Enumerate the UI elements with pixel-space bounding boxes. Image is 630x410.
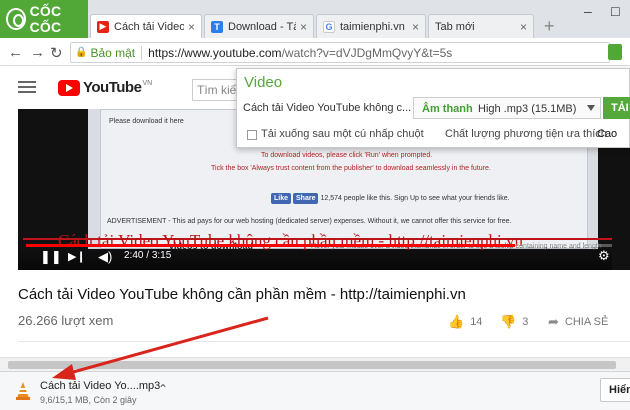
- quality-value: High .mp3 (15.1MB): [478, 103, 577, 115]
- frame-text: Tick the box 'Always trust content from …: [211, 165, 491, 172]
- close-icon[interactable]: ×: [188, 20, 195, 34]
- youtube-favicon-icon: ▶: [97, 20, 109, 33]
- quality-preference-label: Chất lượng phương tiện ưa thích: [445, 128, 607, 140]
- menu-icon[interactable]: [18, 81, 36, 93]
- youtube-logo[interactable]: YouTube VN: [58, 79, 152, 96]
- brand-label: CỐC CỐC: [29, 3, 62, 35]
- url-path: /watch?v=dVJDgMmQvyY&t=5s: [281, 45, 453, 60]
- minimize-icon[interactable]: –: [584, 3, 592, 19]
- thumbs-down-icon: 👎: [500, 314, 517, 329]
- quality-preference-value[interactable]: Cao: [597, 128, 617, 140]
- progress-bar[interactable]: [26, 244, 622, 247]
- forward-icon[interactable]: →: [30, 44, 45, 61]
- t-favicon-icon: T: [211, 20, 223, 33]
- scrollbar-thumb[interactable]: [8, 361, 616, 369]
- like-button[interactable]: 👍 14: [448, 314, 482, 330]
- popup-download-row: Cách tải Video YouTube không c... Âm tha…: [237, 96, 630, 121]
- dislike-button[interactable]: 👎 3: [500, 314, 528, 330]
- fb-share-button: Share: [293, 193, 319, 204]
- frame-text: Please download it here: [109, 118, 184, 125]
- close-icon[interactable]: ×: [520, 20, 527, 34]
- popup-video-title: Cách tải Video YouTube không c...: [243, 102, 412, 114]
- tab-label: Tab mới: [435, 20, 475, 33]
- tab-label: Download - Tải P: [228, 20, 296, 33]
- maximize-icon[interactable]: ☐: [610, 5, 621, 19]
- share-icon: ➦: [548, 314, 559, 329]
- close-icon[interactable]: ×: [300, 20, 307, 34]
- coccoc-logo-icon: [6, 8, 26, 30]
- browser-brand[interactable]: CỐC CỐC: [0, 0, 88, 38]
- frame-text: To download videos, please click 'Run' w…: [261, 152, 433, 159]
- lock-icon: 🔒: [75, 47, 88, 58]
- toolbar: ← → ↻ 🔒 Bảo mật https://www.youtube.com/…: [0, 38, 630, 66]
- tab-strip: CỐC CỐC ▶ Cách tải Video Yo × T Download…: [0, 0, 630, 38]
- video-title: Cách tải Video YouTube không cần phần mề…: [18, 286, 466, 303]
- progress-fill: [26, 244, 515, 247]
- like-count: 14: [470, 316, 483, 328]
- chevron-up-icon[interactable]: ⌃: [158, 382, 168, 396]
- fb-like-button: Like: [271, 193, 292, 204]
- popup-title: Video: [244, 74, 283, 91]
- region-label: VN: [142, 80, 153, 87]
- auto-download-label: Tải xuống sau một cú nhấp chuột: [261, 128, 424, 140]
- tab-youtube[interactable]: ▶ Cách tải Video Yo ×: [90, 14, 202, 38]
- horizontal-scrollbar[interactable]: [0, 357, 630, 371]
- time-display: 2:40 / 3:15: [124, 250, 172, 261]
- tab-new[interactable]: Tab mới ×: [428, 14, 534, 38]
- share-label: CHIA SẺ: [564, 316, 609, 328]
- time-total: 3:15: [151, 250, 172, 261]
- tab-label: taimienphi.vn - T: [340, 20, 408, 33]
- google-favicon-icon: G: [323, 20, 335, 33]
- thumbs-up-icon: 👍: [448, 314, 465, 329]
- time-current: 2:40: [124, 250, 144, 261]
- share-button[interactable]: ➦ CHIA SẺ: [548, 314, 608, 330]
- frame-text: ADVERTISEMENT - This ad pays for our web…: [107, 218, 512, 225]
- video-download-popup: Video Cách tải Video YouTube không c... …: [236, 68, 630, 148]
- chevron-down-icon: [587, 105, 595, 111]
- view-count: 26.266 lượt xem: [18, 313, 114, 328]
- youtube-play-icon: [58, 79, 80, 96]
- download-status: 9,6/15,1 MB, Còn 2 giây: [40, 395, 137, 405]
- download-shelf: Cách tải Video Yo....mp3 9,6/15,1 MB, Cò…: [0, 371, 630, 410]
- back-icon[interactable]: ←: [8, 44, 23, 61]
- facebook-like-box: Like Share 12,574 people like this. Sign…: [271, 193, 510, 204]
- youtube-wordmark: YouTube: [83, 79, 142, 96]
- divider: [18, 341, 630, 342]
- settings-gear-icon[interactable]: ⚙: [598, 248, 610, 264]
- volume-icon[interactable]: ◀): [98, 249, 112, 265]
- video-edge: [612, 150, 630, 270]
- next-icon[interactable]: ▶❙: [68, 250, 86, 263]
- new-tab-icon[interactable]: +: [544, 16, 555, 37]
- fb-count: 12,574 people like this. Sign Up to see …: [320, 195, 510, 202]
- auto-download-checkbox[interactable]: [247, 130, 257, 140]
- url-host: https://www.youtube.com: [148, 45, 282, 60]
- quality-select[interactable]: Âm thanh High .mp3 (15.1MB): [413, 97, 601, 119]
- download-button[interactable]: TẢI: [603, 97, 630, 119]
- address-bar[interactable]: 🔒 Bảo mật https://www.youtube.com/watch?…: [70, 42, 610, 63]
- download-file-name[interactable]: Cách tải Video Yo....mp3: [40, 380, 160, 392]
- pause-icon[interactable]: ❚❚: [40, 249, 62, 265]
- url-text[interactable]: https://www.youtube.com/watch?v=dVJDgMmQ…: [148, 46, 452, 60]
- close-icon[interactable]: ×: [412, 20, 419, 34]
- video-download-extension-icon[interactable]: [608, 44, 622, 60]
- show-all-button[interactable]: Hiển: [600, 378, 630, 402]
- tab-download[interactable]: T Download - Tải P ×: [204, 14, 314, 38]
- secure-label: Bảo mật: [90, 45, 143, 60]
- tab-taimienphi[interactable]: G taimienphi.vn - T ×: [316, 14, 426, 38]
- reload-icon[interactable]: ↻: [50, 44, 63, 62]
- vlc-file-icon: [16, 382, 30, 400]
- dislike-count: 3: [522, 316, 529, 328]
- tab-label: Cách tải Video Yo: [114, 20, 184, 33]
- quality-type: Âm thanh: [422, 103, 473, 115]
